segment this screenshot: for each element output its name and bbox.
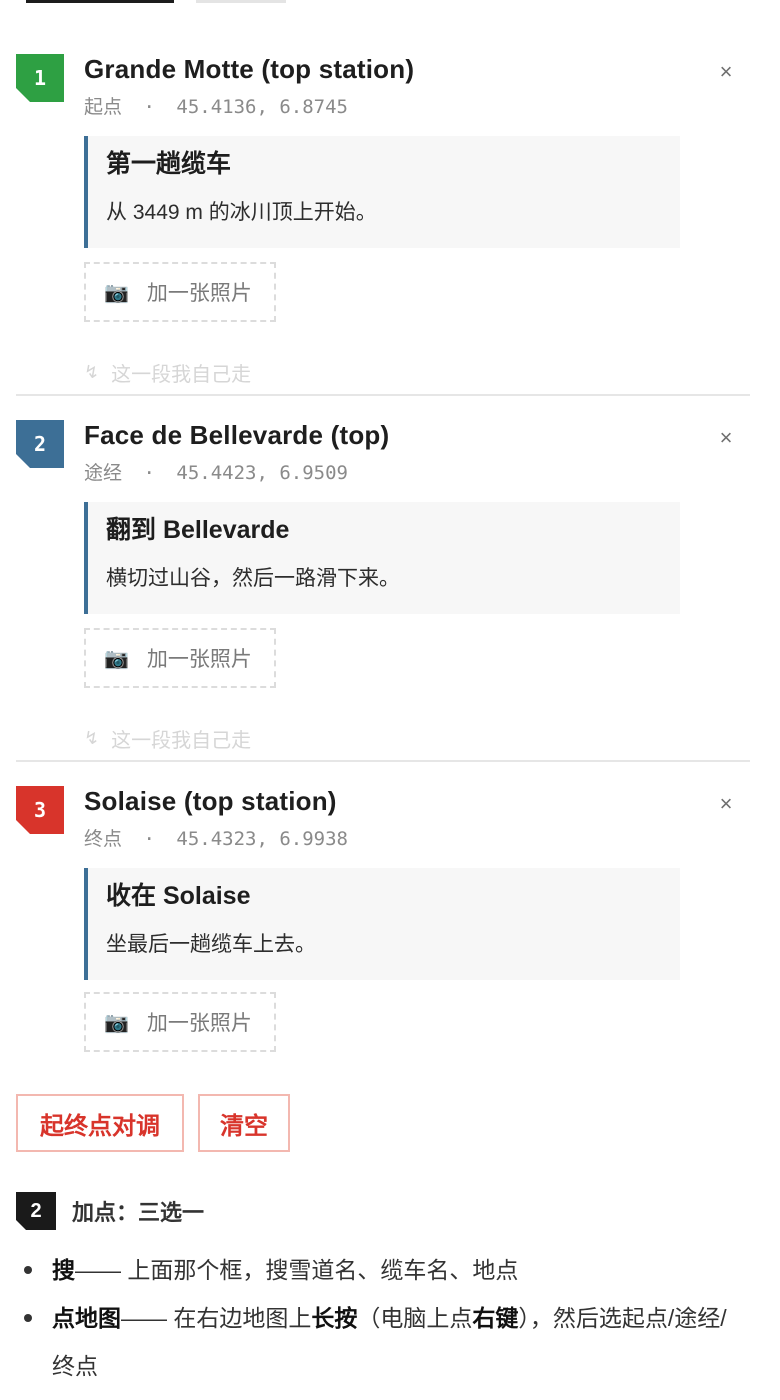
add-photo-button[interactable]: 📷 加一张照片 xyxy=(84,992,276,1052)
stop-divider xyxy=(16,760,750,762)
stop-meta: 起点 · 45.4136, 6.8745 xyxy=(84,96,348,118)
stop-number-badge: 3 xyxy=(16,786,64,834)
note-title: 翻到 Bellevarde xyxy=(106,516,290,544)
camera-icon: 📷 xyxy=(104,647,129,670)
tip-text: （电脑上点 xyxy=(357,1305,473,1331)
stop-number-badge: 2 xyxy=(16,420,64,468)
camera-icon: 📷 xyxy=(104,281,129,304)
tip-keyword: 长按 xyxy=(311,1305,358,1331)
add-photo-label: 加一张照片 xyxy=(146,648,252,671)
note-body: 从 3449 m 的冰川顶上开始。 xyxy=(106,201,377,224)
stop-number-badge: 1 xyxy=(16,54,64,102)
tip-keyword: 右键 xyxy=(472,1305,519,1331)
tip-text: —— 上面那个框，搜雪道名、缆车名、地点 xyxy=(75,1257,519,1283)
stop-coords: 45.4136, 6.8745 xyxy=(176,96,348,118)
stop-note[interactable]: 翻到 Bellevarde 横切过山谷，然后一路滑下来。 xyxy=(84,502,680,614)
list-item: 搜—— 上面那个框，搜雪道名、缆车名、地点 xyxy=(16,1246,736,1294)
stop-note[interactable]: 第一趟缆车 从 3449 m 的冰川顶上开始。 xyxy=(84,136,680,248)
stop-note[interactable]: 收在 Solaise 坐最后一趟缆车上去。 xyxy=(84,868,680,980)
note-title: 收在 Solaise xyxy=(106,882,251,910)
add-photo-button[interactable]: 📷 加一张照片 xyxy=(84,628,276,688)
swap-endpoints-button[interactable]: 起终点对调 xyxy=(16,1094,184,1152)
stop-coords: 45.4323, 6.9938 xyxy=(176,828,348,850)
add-photo-button[interactable]: 📷 加一张照片 xyxy=(84,262,276,322)
stop-divider xyxy=(16,394,750,396)
meta-separator: · xyxy=(143,462,155,484)
stop-coords: 45.4423, 6.9509 xyxy=(176,462,348,484)
camera-icon: 📷 xyxy=(104,1011,129,1034)
add-photo-label: 加一张照片 xyxy=(146,1012,252,1035)
tip-keyword: 点地图 xyxy=(52,1305,121,1331)
meta-separator: · xyxy=(143,828,155,850)
section-header: 2 加点：三选一 xyxy=(16,1192,204,1230)
tab-indicator-inactive xyxy=(196,0,286,3)
add-point-tips: 搜—— 上面那个框，搜雪道名、缆车名、地点 点地图—— 在右边地图上长按（电脑上… xyxy=(16,1246,736,1390)
remove-stop-button[interactable]: × xyxy=(716,793,736,815)
stop-name: Face de Bellevarde (top) xyxy=(84,420,390,450)
stop-name: Grande Motte (top station) xyxy=(84,54,415,84)
clear-button[interactable]: 清空 xyxy=(198,1094,290,1152)
walk-icon: ↯ xyxy=(84,728,100,748)
note-body: 横切过山谷，然后一路滑下来。 xyxy=(106,567,400,590)
walk-segment-label: 这一段我自己走 xyxy=(111,730,252,752)
tip-text: —— 在右边地图上 xyxy=(121,1305,312,1331)
section-title: 加点：三选一 xyxy=(72,1200,205,1225)
walk-segment-label: 这一段我自己走 xyxy=(111,364,252,386)
tip-keyword: 搜 xyxy=(52,1257,75,1283)
walk-segment-toggle[interactable]: ↯ 这一段我自己走 xyxy=(84,358,251,387)
tab-indicator-active xyxy=(26,0,174,3)
stop-role: 途经 xyxy=(84,462,123,484)
meta-separator: · xyxy=(143,96,155,118)
stop-meta: 途经 · 45.4423, 6.9509 xyxy=(84,462,348,484)
note-body: 坐最后一趟缆车上去。 xyxy=(106,933,316,956)
note-title: 第一趟缆车 xyxy=(106,150,232,178)
stop-meta: 终点 · 45.4323, 6.9938 xyxy=(84,828,348,850)
stop-name: Solaise (top station) xyxy=(84,786,337,816)
walk-icon: ↯ xyxy=(84,362,100,382)
remove-stop-button[interactable]: × xyxy=(716,427,736,449)
stop-role: 终点 xyxy=(84,828,123,850)
list-item: 点地图—— 在右边地图上长按（电脑上点右键），然后选起点/途经/终点 xyxy=(16,1294,736,1390)
stop-role: 起点 xyxy=(84,96,123,118)
walk-segment-toggle[interactable]: ↯ 这一段我自己走 xyxy=(84,724,251,753)
section-number: 2 xyxy=(16,1192,56,1230)
add-photo-label: 加一张照片 xyxy=(146,282,252,305)
remove-stop-button[interactable]: × xyxy=(716,61,736,83)
